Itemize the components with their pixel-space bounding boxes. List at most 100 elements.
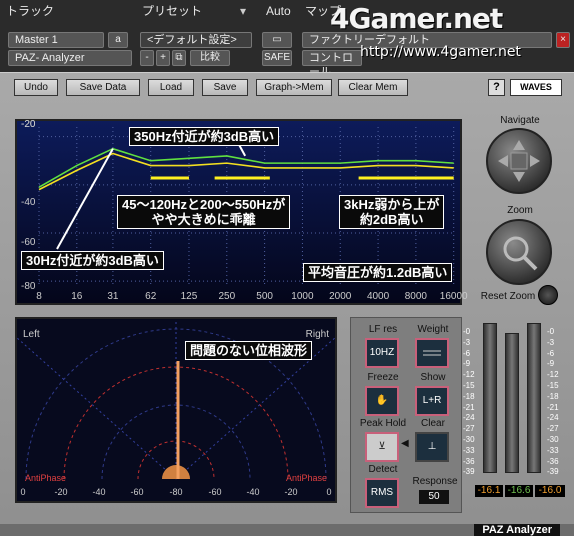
preset-plus-button[interactable]: +	[156, 50, 170, 66]
navigate-label: Navigate	[500, 115, 540, 126]
lf-res-label: LF res	[368, 324, 398, 335]
paz-plugin: Undo Save Data Load Save Graph->Mem Clea…	[0, 72, 574, 536]
polar-scale-label: -40	[246, 487, 260, 497]
meter-scale-label: -6	[463, 348, 471, 358]
save-data-button[interactable]: Save Data	[66, 79, 140, 96]
meter-scale-label: -36	[547, 456, 559, 466]
meter-scale-label: -30	[463, 435, 475, 444]
spectrum-analyzer[interactable]: -20 -40 -60 -80 -20 8 16 31 62 125 250 500 1000…	[15, 119, 468, 305]
clear-label: Clear	[421, 418, 445, 429]
weight-flat-icon	[423, 350, 441, 356]
freeze-button[interactable]: ✋	[365, 386, 399, 416]
x-label: 8000	[404, 291, 427, 302]
magnifier-icon	[503, 236, 538, 271]
close-icon[interactable]: ×	[556, 32, 570, 48]
detect-label: Detect	[368, 464, 398, 475]
annotation-phase: 問題のない位相波形	[185, 341, 313, 360]
polar-scale-label: -60	[130, 487, 144, 497]
meter-scale-label: -21	[463, 402, 475, 412]
y-label: -80	[21, 281, 36, 292]
navigate-joystick[interactable]	[486, 128, 552, 194]
y-label: -60	[21, 237, 36, 248]
meter-scale-label: -33	[463, 445, 475, 455]
x-label: 16000	[439, 291, 468, 302]
meter-scale-label: -6	[547, 348, 555, 358]
annotation-3khz-line1: 3kHz弱から上が	[344, 197, 440, 212]
preset-minus-button[interactable]: -	[140, 50, 154, 66]
meter-left	[483, 323, 497, 473]
right-label: Right	[305, 329, 329, 340]
x-label: 2000	[329, 291, 352, 302]
copy-icon[interactable]: ⧉	[172, 50, 186, 66]
meter-scale-label: -27	[463, 424, 475, 434]
meter-scale-label: -21	[547, 402, 559, 412]
x-label: 16	[71, 291, 83, 302]
meter-scale-label: -18	[547, 391, 559, 401]
lf-res-button[interactable]: 10HZ	[365, 338, 399, 368]
load-button[interactable]: Load	[148, 79, 194, 96]
meter-scale-label: -3	[547, 337, 555, 347]
x-label: 1000	[291, 291, 314, 302]
polar-scale-label: -60	[208, 487, 222, 497]
clear-button[interactable]: ⊥	[415, 432, 449, 462]
phase-scope[interactable]: Left Right AntiPhase AntiPhase 0 -20 -40 -6…	[15, 317, 337, 503]
save-button[interactable]: Save	[202, 79, 248, 96]
track-slot[interactable]: a	[108, 32, 128, 48]
response-value[interactable]: 50	[419, 490, 449, 504]
annotation-average-level: 平均音圧が約1.2dB高い	[303, 263, 453, 282]
automation-icon[interactable]: ▭	[262, 32, 292, 48]
reset-zoom-button[interactable]	[538, 285, 558, 305]
meter-scale-label: -36	[463, 456, 475, 466]
preset-section-label: プリセット	[142, 4, 203, 18]
meter-scale-label: -12	[547, 370, 559, 380]
compare-button[interactable]: 比較	[190, 50, 230, 66]
y-label: -20	[21, 119, 36, 130]
zoom-label: Zoom	[507, 205, 533, 216]
undo-button[interactable]: Undo	[14, 79, 58, 96]
x-label: 62	[145, 291, 157, 302]
insert-selector[interactable]: PAZ- Analyzer	[8, 50, 132, 66]
meter-left-value: -16.1	[475, 485, 503, 497]
peak-hold-label: Peak Hold	[359, 418, 407, 429]
peak-hold-arrow-icon: ◀	[401, 438, 409, 449]
help-button[interactable]: ?	[488, 79, 505, 96]
meter-right	[527, 323, 541, 473]
meter-mid	[505, 333, 519, 473]
meter-scale-label: -18	[463, 391, 475, 401]
meter-scale-label: -9	[463, 359, 471, 369]
clear-mem-button[interactable]: Clear Mem	[338, 79, 408, 96]
track-selector[interactable]: Master 1	[8, 32, 104, 48]
show-label: Show	[420, 372, 446, 383]
control-selector[interactable]: コントロール	[302, 50, 362, 78]
meter-right-value: -16.0	[535, 485, 565, 497]
response-label: Response	[412, 476, 458, 487]
polar-scale-label: -20	[54, 487, 68, 497]
show-button[interactable]: L+R	[415, 386, 449, 416]
level-meters: -0 -3 -6 -9 -12 -15 -18 -21 -24 -27 -30 -33 -36 -39 -…	[463, 313, 571, 509]
antiphase-left-label: AntiPhase	[25, 473, 67, 483]
weight-label: Weight	[417, 324, 449, 335]
meter-scale-label: -24	[463, 413, 475, 423]
preset-menu-icon[interactable]: ▾	[240, 2, 246, 20]
annotation-30hz: 30Hz付近が約3dB高い	[21, 251, 164, 270]
reset-zoom-label: Reset Zoom	[480, 291, 536, 302]
clear-icon: ⊥	[427, 441, 437, 452]
meter-scale-label: -39	[547, 467, 559, 477]
safe-button[interactable]: SAFE	[262, 50, 292, 66]
weight-button[interactable]	[415, 338, 449, 368]
freeze-label: Freeze	[367, 372, 399, 383]
x-label: 4000	[366, 291, 390, 302]
analysis-controls: LF res 10HZ Weight Freeze ✋ Show L+R Pea…	[350, 317, 462, 513]
graph-to-mem-button[interactable]: Graph->Mem	[256, 79, 332, 96]
preset-selector[interactable]: <デフォルト設定>	[140, 32, 252, 48]
product-name: PAZ Analyzer	[474, 524, 560, 536]
x-label: 31	[107, 291, 119, 302]
navigate-arrows-icon	[498, 140, 540, 182]
peak-hold-button[interactable]: ⊻	[365, 432, 399, 462]
zoom-joystick[interactable]	[486, 219, 552, 285]
site-logo: 4Gamer.net	[330, 2, 503, 35]
x-label: 8	[36, 291, 42, 302]
detect-button[interactable]: RMS	[365, 478, 399, 508]
auto-label: Auto	[266, 4, 291, 18]
polar-scale-label: 0	[20, 487, 26, 497]
